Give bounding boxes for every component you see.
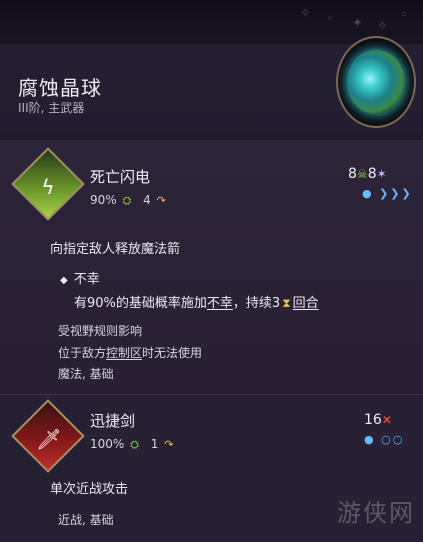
crossed-swords-icon: ✕ bbox=[381, 413, 392, 427]
skill1-effect-title-row: ◆ 不幸 bbox=[60, 268, 100, 287]
skill2-tags: 近战, 基础 bbox=[58, 513, 114, 527]
accuracy-icon: ⛭ bbox=[130, 438, 139, 451]
skill1-note2: 位于敌方控制区时无法使用 bbox=[58, 344, 202, 361]
action-point-icon: ↷ bbox=[164, 438, 174, 451]
skill1-name: 死亡闪电 bbox=[90, 168, 151, 186]
skill2-ap-cost: 1 bbox=[150, 437, 159, 451]
skill2-stats: 100% ⛭ 1 ↷ bbox=[90, 437, 175, 452]
skill1-effect-title: 不幸 bbox=[73, 272, 100, 287]
skill1-effect-term-link[interactable]: 不幸 bbox=[207, 296, 233, 311]
skill2-damage-group: 16✕ bbox=[364, 412, 392, 428]
top-strip: ✧ ◦ ✦ ⟡ ◦ bbox=[0, 0, 423, 44]
rune-glyph-icon: ✦ bbox=[352, 16, 363, 31]
rune-glyph-icon: ✧ bbox=[300, 6, 311, 21]
skill-divider bbox=[0, 394, 423, 395]
rune-glyph-icon: ◦ bbox=[400, 8, 408, 23]
skill1-cooldown-group: 8☠8✶ bbox=[348, 166, 387, 182]
sword-icon: 🗡 bbox=[36, 426, 62, 451]
item-subtitle: III阶, 主武器 bbox=[18, 101, 85, 115]
action-point-icon: ↷ bbox=[156, 194, 166, 207]
skill1-tags: 魔法, 基础 bbox=[58, 367, 114, 381]
skill1-description: 向指定敌人释放魔法箭 bbox=[50, 242, 181, 257]
skill1-slot-dots: ● ❯❯❯ bbox=[362, 187, 413, 200]
skill1-effect-prefix: 有90%的基础概率施加 bbox=[74, 296, 207, 311]
bullet-diamond-icon: ◆ bbox=[60, 275, 68, 286]
site-watermark: 游侠网 bbox=[337, 499, 415, 527]
skill1-note2-prefix: 位于敌方 bbox=[58, 346, 107, 360]
tooltip-frame: ✧ ◦ ✦ ⟡ ◦ 腐蚀晶球 III阶, 主武器 ϟ 死亡闪电 90% ⛭ 4 … bbox=[0, 0, 423, 542]
skill1-stats: 90% ⛭ 4 ↷ bbox=[90, 193, 168, 208]
skill1-range: 8 bbox=[367, 166, 377, 182]
skill1-accuracy: 90% bbox=[90, 193, 117, 207]
skill1-note1: 受视野规则影响 bbox=[58, 324, 143, 338]
skill1-duration-term-link[interactable]: 回合 bbox=[293, 296, 319, 311]
accuracy-icon: ⛭ bbox=[122, 194, 132, 207]
purple-range-icon: ✶ bbox=[376, 167, 387, 181]
control-zone-term-link[interactable]: 控制区 bbox=[106, 346, 142, 360]
skill2-description: 单次近战攻击 bbox=[50, 482, 129, 497]
skill1-ap-cost: 4 bbox=[143, 193, 151, 207]
hourglass-icon: ⧗ bbox=[282, 296, 291, 310]
skill2-name: 迅捷剑 bbox=[90, 412, 136, 430]
skill2-slot-dots: ● ○○ bbox=[364, 433, 405, 446]
skill1-effect-line: 有90%的基础概率施加不幸，持续3 ⧗ 回合 bbox=[74, 292, 319, 311]
skill1-note2-suffix: 时无法使用 bbox=[142, 346, 203, 360]
rune-glyph-icon: ⟡ bbox=[378, 18, 387, 33]
skill2-accuracy: 100% bbox=[90, 437, 125, 451]
skull-icon: ☠ bbox=[356, 167, 368, 181]
skill1-effect-mid: ，持续3 bbox=[232, 296, 281, 311]
skill1-cooldown: 8 bbox=[348, 166, 357, 182]
skill2-damage: 16 bbox=[364, 412, 382, 428]
rune-glyph-icon: ◦ bbox=[326, 12, 334, 27]
orb-icon bbox=[347, 50, 405, 114]
lightning-icon: ϟ bbox=[41, 174, 55, 199]
item-title: 腐蚀晶球 bbox=[18, 76, 102, 100]
